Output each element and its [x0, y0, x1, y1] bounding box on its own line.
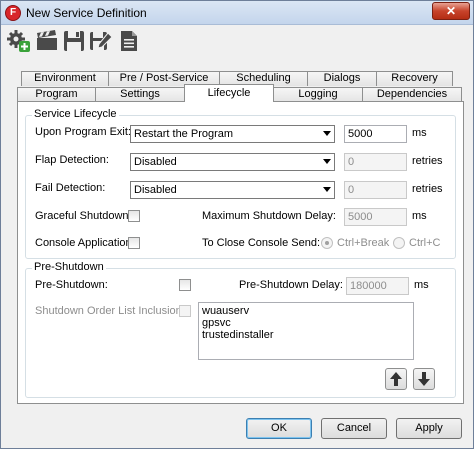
cancel-button[interactable]: Cancel: [321, 418, 387, 439]
pre-shutdown-ms-unit: ms: [414, 279, 429, 291]
ctrl-break-label: Ctrl+Break: [337, 237, 390, 249]
ok-button[interactable]: OK: [246, 418, 312, 439]
fail-retries-input[interactable]: 0: [344, 181, 407, 199]
pre-shutdown-group: Pre-Shutdown Pre-Shutdown: Pre-Shutdown …: [25, 261, 456, 398]
move-down-button[interactable]: [413, 368, 435, 390]
pre-shutdown-delay-label: Pre-Shutdown Delay:: [239, 279, 343, 291]
pre-shutdown-checkbox[interactable]: [179, 279, 191, 291]
upon-exit-ms-unit: ms: [412, 127, 427, 139]
list-item[interactable]: gpsvc: [202, 317, 410, 329]
ctrl-break-radio[interactable]: [321, 237, 333, 249]
flap-retries-unit: retries: [412, 155, 443, 167]
tab-row-back: Environment Pre / Post-Service Schedulin…: [21, 71, 453, 86]
chevron-down-icon: [323, 159, 331, 164]
close-button[interactable]: ✕: [432, 2, 470, 20]
fail-detection-value: Disabled: [134, 184, 177, 196]
app-icon: F: [5, 5, 21, 21]
gear-add-icon[interactable]: [7, 29, 31, 53]
service-lifecycle-title: Service Lifecycle: [32, 108, 119, 120]
upon-exit-label: Upon Program Exit:: [35, 126, 131, 138]
toolbar: [5, 29, 465, 53]
save-icon[interactable]: [62, 29, 86, 53]
max-shutdown-ms-unit: ms: [412, 210, 427, 222]
shutdown-order-label: Shutdown Order List Inclusion:: [35, 305, 185, 317]
list-item[interactable]: wuauserv: [202, 305, 410, 317]
apply-button[interactable]: Apply: [396, 418, 462, 439]
close-console-send-label: To Close Console Send:: [202, 237, 321, 249]
clapboard-icon[interactable]: [35, 29, 59, 53]
list-item[interactable]: trustedinstaller: [202, 329, 410, 341]
ctrl-c-label: Ctrl+C: [409, 237, 441, 249]
fail-detection-dropdown[interactable]: Disabled: [130, 181, 335, 199]
window-title: New Service Definition: [26, 6, 147, 20]
flap-detection-label: Flap Detection:: [35, 154, 109, 166]
dialog-window: F New Service Definition ✕ Environment P…: [0, 0, 474, 449]
move-up-button[interactable]: [385, 368, 407, 390]
fail-retries-unit: retries: [412, 183, 443, 195]
shutdown-order-checkbox[interactable]: [179, 305, 191, 317]
tab-environment[interactable]: Environment: [21, 71, 109, 86]
upon-exit-dropdown[interactable]: Restart the Program: [130, 125, 335, 143]
fail-detection-label: Fail Detection:: [35, 182, 106, 194]
flap-detection-value: Disabled: [134, 156, 177, 168]
tab-lifecycle[interactable]: Lifecycle: [184, 84, 274, 102]
document-icon[interactable]: [117, 29, 141, 53]
max-shutdown-delay-input[interactable]: 5000: [344, 208, 407, 226]
service-lifecycle-group: Service Lifecycle Upon Program Exit: Res…: [25, 108, 456, 259]
console-application-label: Console Application:: [35, 237, 135, 249]
ctrl-c-radio[interactable]: [393, 237, 405, 249]
tab-settings[interactable]: Settings: [95, 87, 185, 102]
max-shutdown-delay-label: Maximum Shutdown Delay:: [202, 210, 336, 222]
arrow-up-icon: [390, 372, 402, 386]
tab-dependencies[interactable]: Dependencies: [362, 87, 462, 102]
chevron-down-icon: [323, 131, 331, 136]
flap-detection-dropdown[interactable]: Disabled: [130, 153, 335, 171]
pre-shutdown-label: Pre-Shutdown:: [35, 279, 108, 291]
chevron-down-icon: [323, 187, 331, 192]
graceful-shutdown-label: Graceful Shutdown:: [35, 210, 132, 222]
tab-recovery[interactable]: Recovery: [376, 71, 453, 86]
arrow-down-icon: [418, 372, 430, 386]
pre-shutdown-delay-input[interactable]: 180000: [346, 277, 409, 295]
console-application-checkbox[interactable]: [128, 237, 140, 249]
tab-dialogs[interactable]: Dialogs: [307, 71, 377, 86]
graceful-shutdown-checkbox[interactable]: [128, 210, 140, 222]
shutdown-order-list[interactable]: wuauserv gpsvc trustedinstaller: [198, 302, 414, 360]
save-edit-icon[interactable]: [89, 29, 113, 53]
tab-row-front: Program Settings Lifecycle Logging Depen…: [17, 84, 462, 102]
pre-shutdown-title: Pre-Shutdown: [32, 261, 106, 273]
tab-logging[interactable]: Logging: [273, 87, 363, 102]
flap-retries-input[interactable]: 0: [344, 153, 407, 171]
tab-panel-lifecycle: Service Lifecycle Upon Program Exit: Res…: [17, 101, 464, 404]
upon-exit-value: Restart the Program: [134, 128, 234, 140]
tab-program[interactable]: Program: [17, 87, 96, 102]
upon-exit-delay-input[interactable]: 5000: [344, 125, 407, 143]
title-bar[interactable]: F New Service Definition ✕: [1, 1, 473, 25]
